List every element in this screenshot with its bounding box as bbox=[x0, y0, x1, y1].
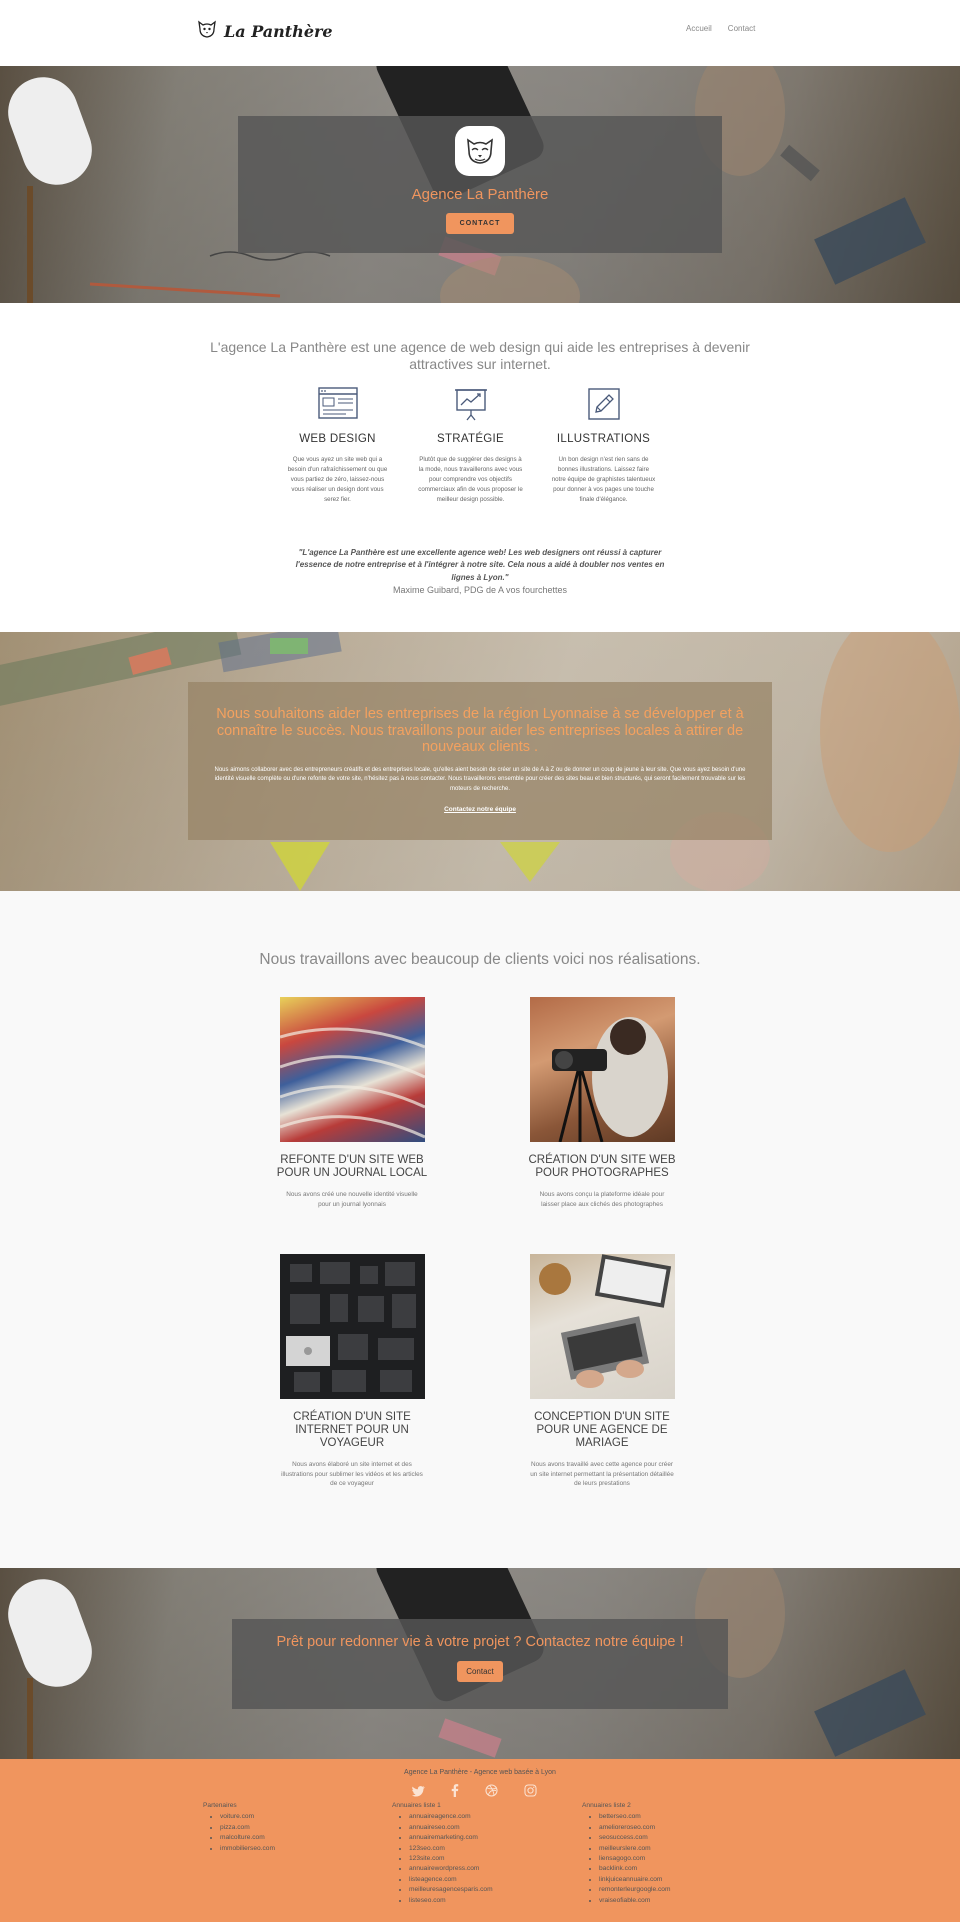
service-title: WEB DESIGN bbox=[299, 433, 376, 445]
service-strategie: STRATÉGIE Plutôt que de suggérer des des… bbox=[418, 387, 523, 505]
nav-accueil[interactable]: Accueil bbox=[686, 24, 712, 33]
hero-card: Agence La Panthère CONTACT bbox=[238, 116, 722, 253]
services-list: WEB DESIGN Que vous ayez un site web qui… bbox=[285, 387, 656, 505]
service-title: STRATÉGIE bbox=[436, 433, 505, 445]
footer-column-annuaires-1: Annuaires liste 1 annuaireagence.com ann… bbox=[392, 1801, 493, 1906]
footer-link[interactable]: betterseo.com bbox=[599, 1813, 641, 1820]
portfolio-title: Nous travaillons avec beaucoup de client… bbox=[259, 951, 701, 968]
photographer-photo bbox=[529, 997, 675, 1142]
testimonial-quote: "L'agence La Panthère est une excellente… bbox=[295, 548, 665, 582]
instagram-icon[interactable] bbox=[524, 1784, 537, 1802]
footer-link[interactable]: listeagence.com bbox=[409, 1876, 457, 1883]
footer-link[interactable]: meilleuresagencesparis.com bbox=[409, 1886, 493, 1893]
footer-link[interactable]: 123site.com bbox=[409, 1855, 445, 1862]
footer-link[interactable]: 123seo.com bbox=[409, 1845, 445, 1852]
work-description: Nous avons créé une nouvelle identité vi… bbox=[286, 1190, 418, 1208]
presentation-chart-icon bbox=[418, 387, 523, 425]
testimonial-author: Maxime Guibard, PDG de A vos fourchettes bbox=[392, 585, 568, 596]
footer-link[interactable]: linkjuiceannuaire.com bbox=[599, 1876, 662, 1883]
work-title: CRÉATION D'UN SITE WEB POUR PHOTOGRAPHES bbox=[528, 1154, 676, 1179]
site-footer: Agence La Panthère - Agence web basée à … bbox=[0, 1759, 960, 1922]
footer-link[interactable]: annuaireagence.com bbox=[409, 1813, 471, 1820]
footer-link[interactable]: malcolture.com bbox=[220, 1834, 265, 1841]
work-card-voyageur[interactable]: CRÉATION D'UN SITE INTERNET POUR UN VOYA… bbox=[272, 1254, 432, 1489]
nav-contact[interactable]: Contact bbox=[728, 24, 756, 33]
browser-window-icon bbox=[285, 387, 390, 425]
facebook-icon[interactable] bbox=[451, 1784, 459, 1802]
panther-logo-icon bbox=[455, 126, 505, 176]
service-description: Plutôt que de suggérer des designs à la … bbox=[418, 456, 523, 503]
footer-link[interactable]: annuaireseo.com bbox=[409, 1824, 460, 1831]
brand-logo[interactable]: La Panthère bbox=[196, 18, 333, 45]
service-illustrations: ILLUSTRATIONS Un bon design n'est rien s… bbox=[551, 387, 656, 505]
brand-name: La Panthère bbox=[224, 22, 333, 41]
footer-link[interactable]: liensagogo.com bbox=[599, 1855, 645, 1862]
intro-section: L'agence La Panthère est une agence de w… bbox=[0, 303, 960, 632]
cta-card: Prêt pour redonner vie à votre projet ? … bbox=[232, 1619, 728, 1709]
service-web-design: WEB DESIGN Que vous ayez un site web qui… bbox=[285, 387, 390, 505]
mission-card: Nous souhaitons aider les entreprises de… bbox=[188, 682, 772, 840]
footer-link[interactable]: voiture.com bbox=[220, 1813, 254, 1820]
work-description: Nous avons conçu la plateforme idéale po… bbox=[539, 1190, 665, 1208]
work-title: CRÉATION D'UN SITE INTERNET POUR UN VOYA… bbox=[293, 1411, 411, 1449]
footer-link[interactable]: meilleurslere.com bbox=[599, 1845, 651, 1852]
footer-title: Agence La Panthère - Agence web basée à … bbox=[404, 1769, 556, 1776]
footer-column-annuaires-2: Annuaires liste 2 betterseo.com ameliore… bbox=[582, 1801, 670, 1906]
service-description: Que vous ayez un site web qui a besoin d… bbox=[287, 456, 388, 503]
magazines-photo bbox=[279, 997, 425, 1142]
cta-section: Prêt pour redonner vie à votre projet ? … bbox=[0, 1568, 960, 1759]
work-card-photographes[interactable]: CRÉATION D'UN SITE WEB POUR PHOTOGRAPHES… bbox=[522, 997, 682, 1210]
mission-text: Nous aimons collaborer avec des entrepre… bbox=[214, 766, 746, 792]
twitter-icon[interactable] bbox=[412, 1784, 425, 1802]
contact-team-link[interactable]: Contactez notre équipe bbox=[444, 806, 516, 813]
footer-link[interactable]: backlink.com bbox=[599, 1865, 637, 1872]
work-title: REFONTE D'UN SITE WEB POUR UN JOURNAL LO… bbox=[276, 1154, 428, 1179]
footer-column-heading: Annuaires liste 1 bbox=[392, 1802, 441, 1809]
cta-contact-button[interactable]: Contact bbox=[457, 1661, 503, 1683]
mission-title: Nous souhaitons aider les entreprises de… bbox=[216, 706, 744, 756]
panther-logo-icon bbox=[196, 18, 218, 45]
portfolio-section: Nous travaillons avec beaucoup de client… bbox=[0, 891, 960, 1568]
footer-column-partenaires: Partenaires voiture.com pizza.com malcol… bbox=[203, 1801, 275, 1854]
footer-link[interactable]: seosuccess.com bbox=[599, 1834, 648, 1841]
site-header: La Panthère Accueil Contact bbox=[0, 0, 960, 66]
dribbble-icon[interactable] bbox=[485, 1784, 498, 1802]
service-title: ILLUSTRATIONS bbox=[556, 433, 651, 445]
work-card-mariage[interactable]: CONCEPTION D'UN SITE POUR UNE AGENCE DE … bbox=[522, 1254, 682, 1489]
mission-section: Nous souhaitons aider les entreprises de… bbox=[0, 632, 960, 891]
work-description: Nous avons élaboré un site internet et d… bbox=[281, 1460, 423, 1488]
hero-contact-button[interactable]: CONTACT bbox=[445, 213, 515, 234]
testimonial: "L'agence La Panthère est une excellente… bbox=[290, 547, 670, 595]
footer-column-heading: Partenaires bbox=[203, 1802, 237, 1809]
footer-link[interactable]: pizza.com bbox=[220, 1824, 250, 1831]
service-description: Un bon design n'est rien sans de bonnes … bbox=[551, 456, 656, 503]
hero-section: Agence La Panthère CONTACT bbox=[0, 66, 960, 303]
footer-link[interactable]: remonterleurgoogle.com bbox=[599, 1886, 670, 1893]
hero-title: Agence La Panthère bbox=[411, 186, 549, 203]
work-card-journal[interactable]: REFONTE D'UN SITE WEB POUR UN JOURNAL LO… bbox=[272, 997, 432, 1210]
footer-link[interactable]: vraiseofiable.com bbox=[599, 1897, 650, 1904]
footer-column-heading: Annuaires liste 2 bbox=[582, 1802, 631, 1809]
work-title: CONCEPTION D'UN SITE POUR UNE AGENCE DE … bbox=[534, 1411, 670, 1449]
pencil-icon bbox=[551, 387, 656, 425]
laptop-desk-photo bbox=[529, 1254, 675, 1399]
footer-link[interactable]: amelioreroseo.com bbox=[599, 1824, 655, 1831]
cta-title: Prêt pour redonner vie à votre projet ? … bbox=[276, 1634, 684, 1650]
footer-link[interactable]: annuairemarketing.com bbox=[409, 1834, 478, 1841]
work-description: Nous avons travaillé avec cette agence p… bbox=[530, 1460, 674, 1488]
footer-link[interactable]: listeseo.com bbox=[409, 1897, 446, 1904]
social-links bbox=[412, 1784, 537, 1802]
footer-link[interactable]: immobilierseo.com bbox=[220, 1845, 275, 1852]
travel-gear-photo bbox=[279, 1254, 425, 1399]
intro-title: L'agence La Panthère est une agence de w… bbox=[210, 339, 750, 372]
footer-link[interactable]: annuairewordpress.com bbox=[409, 1865, 479, 1872]
main-nav: Accueil Contact bbox=[686, 24, 755, 33]
